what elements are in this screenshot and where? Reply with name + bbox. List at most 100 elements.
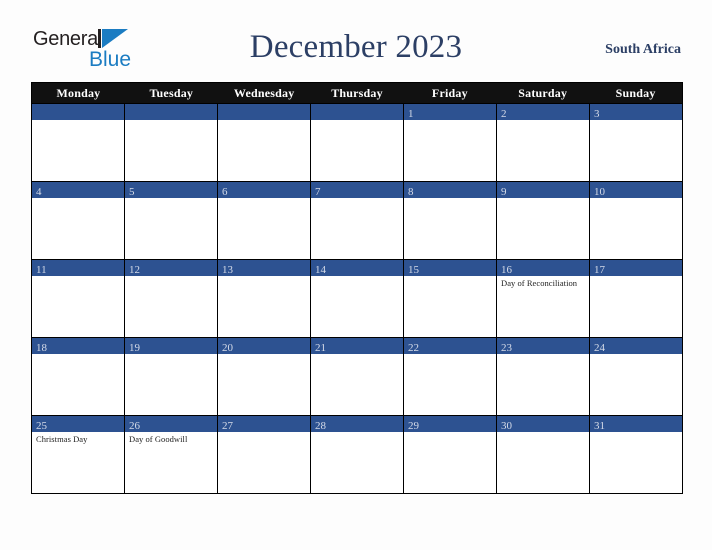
- day-event: Christmas Day: [36, 434, 88, 444]
- day-cell[interactable]: 10: [589, 182, 682, 259]
- day-cell[interactable]: 4: [32, 182, 124, 259]
- day-number-bar: 20: [218, 338, 310, 354]
- day-body: [32, 198, 124, 200]
- day-number-bar: 2: [497, 104, 589, 120]
- day-number: 25: [36, 420, 47, 432]
- day-number-bar: 15: [404, 260, 496, 276]
- day-number-bar: 29: [404, 416, 496, 432]
- calendar-grid: Monday Tuesday Wednesday Thursday Friday…: [31, 82, 683, 494]
- weekday-header-tuesday: Tuesday: [149, 86, 194, 100]
- day-cell[interactable]: 15: [403, 260, 496, 337]
- day-number: 5: [129, 186, 135, 198]
- day-cell[interactable]: 5: [124, 182, 217, 259]
- weekday-header-thursday: Thursday: [331, 86, 383, 100]
- day-number: 18: [36, 342, 47, 354]
- day-cell[interactable]: [124, 104, 217, 181]
- day-number-bar: [32, 104, 124, 120]
- day-number: 16: [501, 264, 512, 276]
- day-cell[interactable]: 3: [589, 104, 682, 181]
- day-cell[interactable]: 21: [310, 338, 403, 415]
- day-number: 15: [408, 264, 419, 276]
- day-number: 19: [129, 342, 140, 354]
- day-cell[interactable]: 29: [403, 416, 496, 493]
- day-number-bar: 7: [311, 182, 403, 198]
- day-cell[interactable]: 27: [217, 416, 310, 493]
- day-number-bar: [218, 104, 310, 120]
- day-body: [311, 198, 403, 200]
- day-number-bar: 21: [311, 338, 403, 354]
- day-number: 3: [594, 108, 600, 120]
- day-number-bar: 23: [497, 338, 589, 354]
- day-cell[interactable]: 31: [589, 416, 682, 493]
- day-number: 21: [315, 342, 326, 354]
- page-header: General Blue December 2023 South Africa: [0, 24, 712, 76]
- day-number-bar: 30: [497, 416, 589, 432]
- week-row: 4 5 6 7 8 9 10: [32, 181, 682, 259]
- week-row: 18 19 20 21 22 23 24: [32, 337, 682, 415]
- day-cell[interactable]: [310, 104, 403, 181]
- day-number: 10: [594, 186, 605, 198]
- day-cell[interactable]: 7: [310, 182, 403, 259]
- day-cell[interactable]: 11: [32, 260, 124, 337]
- day-number: 31: [594, 420, 605, 432]
- country-label: South Africa: [605, 42, 681, 57]
- day-body: Day of Reconciliation: [497, 276, 589, 289]
- day-event: Day of Goodwill: [129, 434, 188, 444]
- day-number-bar: 10: [590, 182, 682, 198]
- day-number-bar: 5: [125, 182, 217, 198]
- day-cell[interactable]: [217, 104, 310, 181]
- day-number-bar: [311, 104, 403, 120]
- weekday-header-wednesday: Wednesday: [233, 86, 295, 100]
- day-number: 2: [501, 108, 507, 120]
- day-cell[interactable]: [32, 104, 124, 181]
- day-cell[interactable]: 19: [124, 338, 217, 415]
- day-number-bar: 28: [311, 416, 403, 432]
- week-row: 1 2 3: [32, 103, 682, 181]
- day-cell[interactable]: 20: [217, 338, 310, 415]
- day-cell[interactable]: 16 Day of Reconciliation: [496, 260, 589, 337]
- day-cell[interactable]: 8: [403, 182, 496, 259]
- day-number-bar: [125, 104, 217, 120]
- day-cell[interactable]: 17: [589, 260, 682, 337]
- week-row: 25 Christmas Day 26 Day of Goodwill 27 2…: [32, 415, 682, 493]
- day-number: 14: [315, 264, 326, 276]
- day-cell[interactable]: 28: [310, 416, 403, 493]
- day-cell[interactable]: 12: [124, 260, 217, 337]
- day-number-bar: 9: [497, 182, 589, 198]
- day-number-bar: 26: [125, 416, 217, 432]
- day-number: 22: [408, 342, 419, 354]
- day-cell[interactable]: 22: [403, 338, 496, 415]
- day-cell[interactable]: 1: [403, 104, 496, 181]
- day-body: [125, 120, 217, 122]
- day-number-bar: 24: [590, 338, 682, 354]
- weekday-header-friday: Friday: [431, 86, 468, 100]
- day-body: [404, 198, 496, 200]
- day-cell[interactable]: 13: [217, 260, 310, 337]
- week-row: 11 12 13 14 15 16 Day of Reconciliation …: [32, 259, 682, 337]
- day-cell[interactable]: 25 Christmas Day: [32, 416, 124, 493]
- day-number: 23: [501, 342, 512, 354]
- day-body: Christmas Day: [32, 432, 124, 445]
- day-cell[interactable]: 18: [32, 338, 124, 415]
- day-cell[interactable]: 30: [496, 416, 589, 493]
- day-cell[interactable]: 23: [496, 338, 589, 415]
- day-cell[interactable]: 24: [589, 338, 682, 415]
- weekday-header-monday: Monday: [56, 86, 101, 100]
- day-number: 27: [222, 420, 233, 432]
- day-cell[interactable]: 2: [496, 104, 589, 181]
- day-cell[interactable]: 9: [496, 182, 589, 259]
- day-number-bar: 14: [311, 260, 403, 276]
- day-cell[interactable]: 6: [217, 182, 310, 259]
- day-number: 17: [594, 264, 605, 276]
- day-number: 26: [129, 420, 140, 432]
- day-number-bar: 19: [125, 338, 217, 354]
- day-number-bar: 22: [404, 338, 496, 354]
- day-number-bar: 3: [590, 104, 682, 120]
- day-cell[interactable]: 26 Day of Goodwill: [124, 416, 217, 493]
- day-number-bar: 4: [32, 182, 124, 198]
- day-cell[interactable]: 14: [310, 260, 403, 337]
- day-number: 28: [315, 420, 326, 432]
- day-number-bar: 25: [32, 416, 124, 432]
- day-body: [590, 120, 682, 122]
- day-number: 20: [222, 342, 233, 354]
